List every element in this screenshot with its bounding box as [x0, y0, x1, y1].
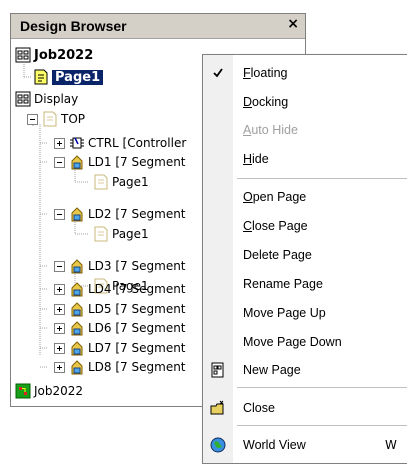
tree-item-ld7[interactable]: LD7 [7 Segment [54, 339, 186, 357]
globe-icon [210, 437, 226, 453]
menu-item-floating[interactable]: Floating [203, 60, 407, 86]
menu-item-label: Rename Page [243, 277, 323, 291]
collapse-icon[interactable] [54, 260, 65, 272]
tree-item-label: Page1 [52, 69, 104, 85]
component-icon [69, 320, 85, 336]
menu-separator [237, 425, 407, 426]
tree-item-label: LD5 [7 Segment [88, 302, 186, 316]
menu-item-label: Delete Page [243, 248, 312, 262]
menu-item-label: Floating [243, 66, 288, 80]
tree-item-label: TOP [61, 112, 86, 126]
tree-item-label: Page1 [112, 175, 149, 189]
tree-item-label: LD2 [7 Segment [88, 207, 186, 221]
collapse-icon[interactable] [54, 208, 65, 220]
collapse-icon[interactable] [54, 156, 65, 168]
tree-item-label: LD4 [7 Segment [88, 282, 186, 296]
tree-item-label: LD6 [7 Segment [88, 321, 186, 335]
tree-item-display[interactable]: Display [15, 90, 78, 108]
tree-item-page1[interactable]: Page1 [93, 173, 149, 191]
tree-item-label: Display [34, 92, 79, 106]
menu-item-world-view[interactable]: World View W [203, 432, 407, 458]
menu-item-delete-page[interactable]: Delete Page [203, 242, 407, 268]
menu-item-close-page[interactable]: Close Page [203, 213, 407, 239]
menu-item-label: New Page [243, 363, 301, 377]
component-icon [69, 301, 85, 317]
menu-item-label: Move Page Down [243, 335, 342, 349]
menu-item-move-page-up[interactable]: Move Page Up [203, 300, 407, 326]
menu-item-auto-hide: Auto Hide [203, 117, 407, 143]
menu-item-new-page[interactable]: New Page [203, 357, 407, 383]
page-open-icon [93, 226, 109, 242]
job-icon [15, 47, 31, 63]
tree-item-ld4[interactable]: LD4 [7 Segment [54, 280, 186, 298]
tree-item-ld2[interactable]: LD2 [7 Segment [54, 205, 186, 223]
menu-item-label: Hide [243, 152, 269, 166]
page-yellow-icon [33, 69, 49, 85]
tree-item-page1-selected[interactable]: Page1 [33, 68, 104, 86]
tree-item-page1[interactable]: Page1 [93, 225, 149, 243]
tree-item-job2022[interactable]: Job2022 [15, 46, 93, 64]
menu-separator [237, 178, 407, 179]
tree-item-ld1[interactable]: LD1 [7 Segment [54, 153, 186, 171]
context-menu: Floating Docking Auto Hide Hide Open Pag… [202, 54, 407, 464]
tree-item-label: Page1 [112, 227, 149, 241]
menu-item-rename-page[interactable]: Rename Page [203, 271, 407, 297]
tree-item-label: LD1 [7 Segment [88, 155, 186, 169]
expand-icon[interactable] [54, 283, 65, 295]
page-open-icon [42, 111, 58, 127]
job-icon [15, 91, 31, 107]
menu-item-label: Docking [243, 95, 289, 109]
collapse-icon[interactable] [27, 113, 38, 125]
menu-item-docking[interactable]: Docking [203, 89, 407, 115]
tree-item-top[interactable]: TOP [27, 110, 85, 128]
menu-item-open-page[interactable]: Open Page [203, 184, 407, 210]
tree-item-ld3[interactable]: LD3 [7 Segment [54, 257, 186, 275]
component-icon [69, 206, 85, 222]
close-folder-icon [210, 400, 226, 416]
tree-item-ld5[interactable]: LD5 [7 Segment [54, 300, 186, 318]
menu-item-move-page-down[interactable]: Move Page Down [203, 329, 407, 355]
tree-item-ld8[interactable]: LD8 [7 Segment [54, 358, 186, 376]
expand-icon[interactable] [54, 303, 65, 315]
check-icon [210, 65, 226, 81]
component-icon [69, 281, 85, 297]
tree-item-label: Job2022 [34, 47, 94, 63]
tree-item-label: LD3 [7 Segment [88, 259, 186, 273]
expand-icon[interactable] [54, 342, 65, 354]
menu-item-label: Move Page Up [243, 306, 326, 320]
tree-item-ld6[interactable]: LD6 [7 Segment [54, 319, 186, 337]
chip-icon [69, 135, 85, 151]
menu-item-label: Auto Hide [243, 123, 298, 137]
component-icon [69, 340, 85, 356]
expand-icon[interactable] [54, 322, 65, 334]
tree-item-label: Job2022 [34, 384, 84, 398]
tree-item-ctrl[interactable]: CTRL [Controller [54, 134, 186, 152]
menu-item-label: Open Page [243, 190, 307, 204]
menu-item-label: Close [243, 401, 275, 415]
component-icon [69, 359, 85, 375]
expand-icon[interactable] [54, 361, 65, 373]
tree-item-label: LD8 [7 Segment [88, 360, 186, 374]
expand-icon[interactable] [54, 137, 65, 149]
pcb-icon [15, 383, 31, 399]
component-icon [69, 258, 85, 274]
tree-item-label: CTRL [Controller [88, 136, 187, 150]
menu-separator [237, 387, 407, 388]
tree-item-job2022-pcb[interactable]: Job2022 [15, 382, 83, 400]
menu-item-label: Close Page [243, 219, 308, 233]
menu-item-close[interactable]: Close [203, 395, 407, 421]
component-icon [69, 154, 85, 170]
page-open-icon [93, 174, 109, 190]
new-page-icon [210, 362, 226, 378]
tree-item-label: LD7 [7 Segment [88, 341, 186, 355]
menu-item-hide[interactable]: Hide [203, 146, 407, 172]
